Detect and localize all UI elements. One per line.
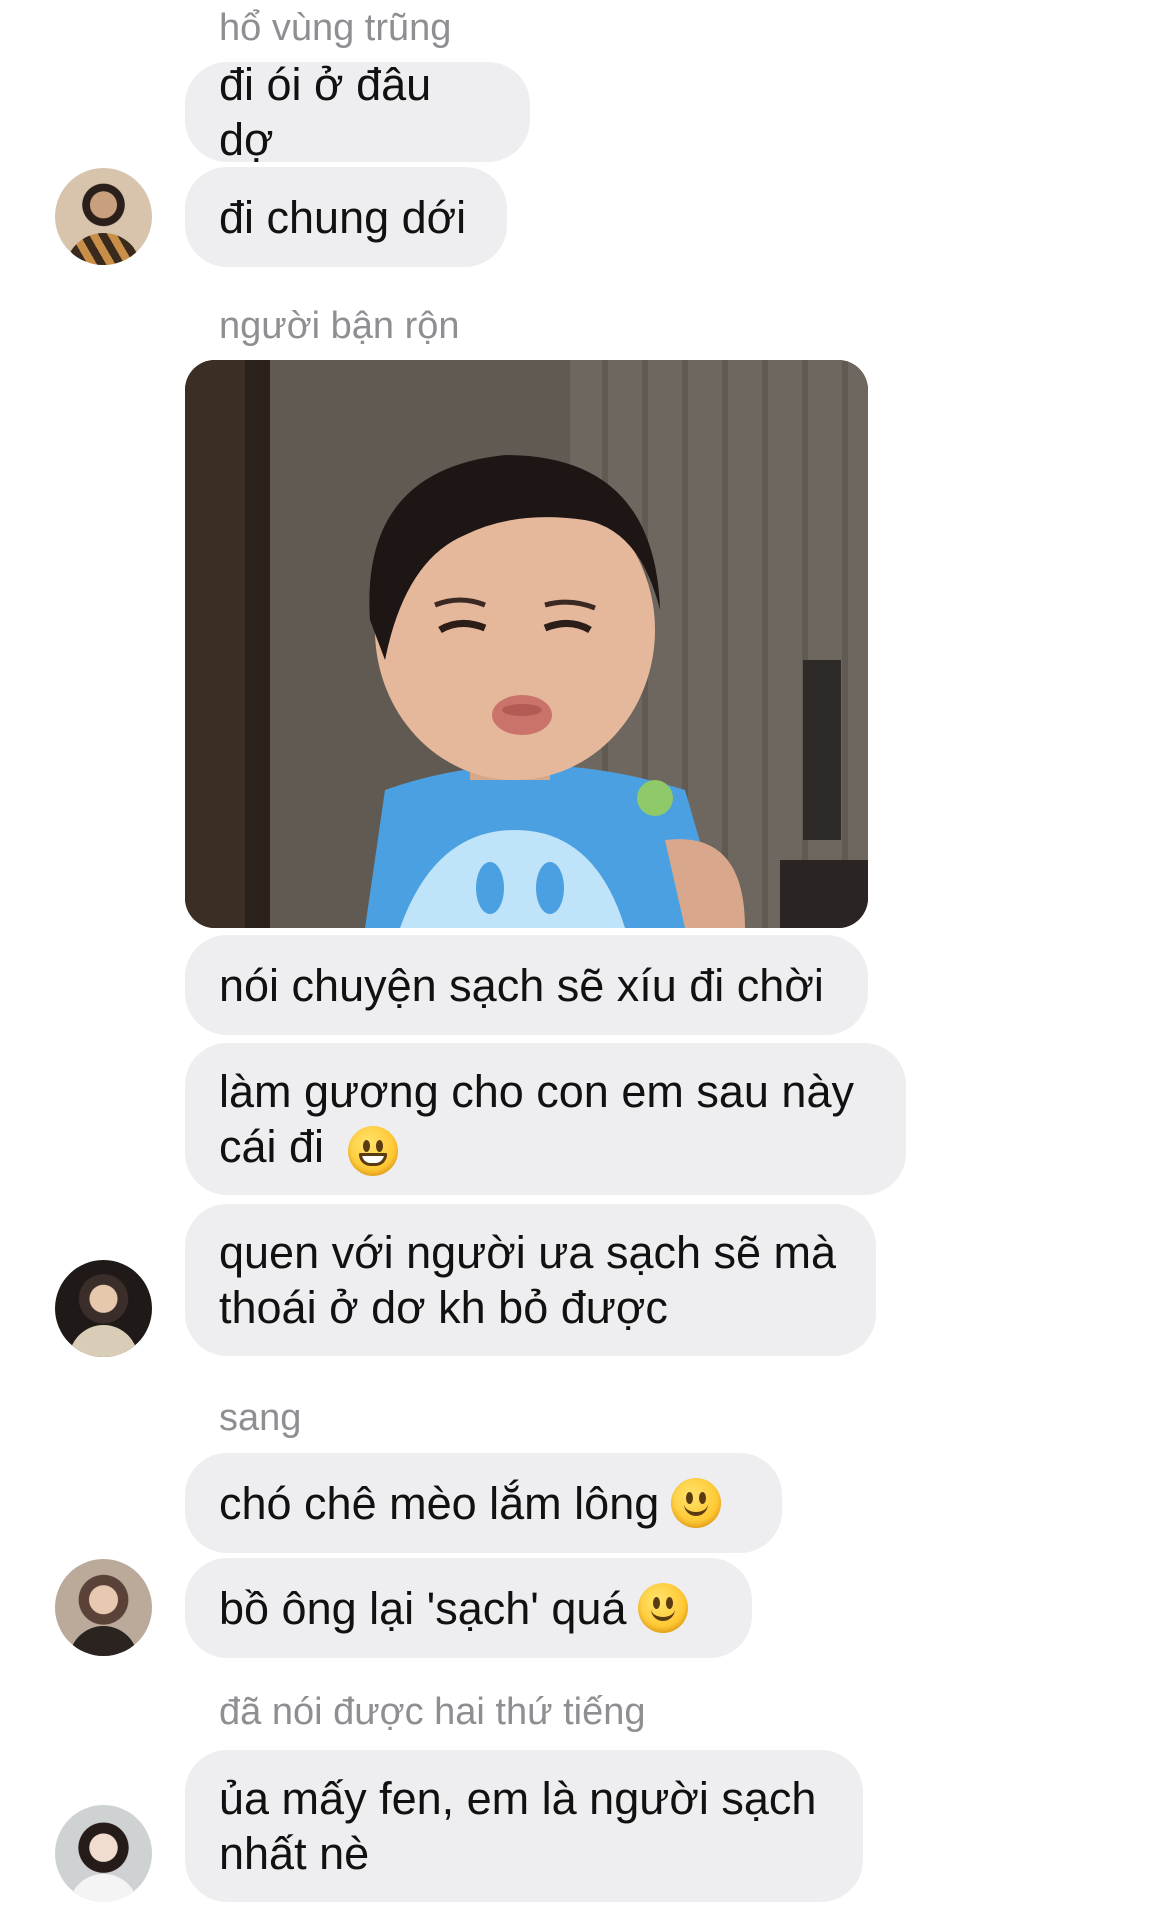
message-text: bồ ông lại 'sạch' quá [219, 1582, 627, 1634]
sender-name: sang [219, 1397, 302, 1439]
message-text: quen với người ưa sạch sẽ mà thoái ở dơ … [219, 1227, 837, 1333]
slightly-smiling-face-icon [671, 1478, 722, 1528]
message-bubble[interactable]: ủa mấy fen, em là người sạch nhất nè [185, 1750, 863, 1902]
message-text: nói chuyện sạch sẽ xíu đi chời [219, 959, 824, 1011]
message-text: đi chung dới [219, 191, 467, 243]
sender-name: hổ vùng trũng [219, 7, 452, 49]
message-bubble[interactable]: làm gương cho con em sau này cái đi [185, 1043, 906, 1195]
message-bubble[interactable]: nói chuyện sạch sẽ xíu đi chời [185, 935, 868, 1035]
avatar[interactable] [55, 1559, 152, 1656]
message-bubble[interactable]: đi chung dới [185, 167, 507, 267]
message-bubble[interactable]: chó chê mèo lắm lông [185, 1453, 782, 1553]
message-bubble[interactable]: quen với người ưa sạch sẽ mà thoái ở dơ … [185, 1204, 876, 1356]
photo-attachment[interactable] [185, 360, 868, 928]
message-text: ủa mấy fen, em là người sạch nhất nè [219, 1773, 817, 1879]
sender-name: người bận rộn [219, 305, 460, 347]
message-bubble[interactable]: đi ói ở đâu dợ [185, 59, 530, 165]
message-text: làm gương cho con em sau này cái đi [219, 1066, 854, 1172]
avatar[interactable] [55, 168, 152, 265]
message-text: đi ói ở đâu dợ [219, 59, 444, 165]
message-text: chó chê mèo lắm lông [219, 1477, 660, 1529]
grinning-face-icon [348, 1126, 398, 1176]
avatar[interactable] [55, 1805, 152, 1902]
chat-thread: hổ vùng trũng đi ói ở đâu dợ đi chung dớ… [0, 0, 1168, 1920]
sender-name: đã nói được hai thứ tiếng [219, 1691, 646, 1733]
slightly-smiling-face-icon [638, 1583, 689, 1633]
avatar[interactable] [55, 1260, 152, 1357]
message-bubble[interactable]: bồ ông lại 'sạch' quá [185, 1558, 752, 1658]
photo-image [185, 360, 868, 928]
